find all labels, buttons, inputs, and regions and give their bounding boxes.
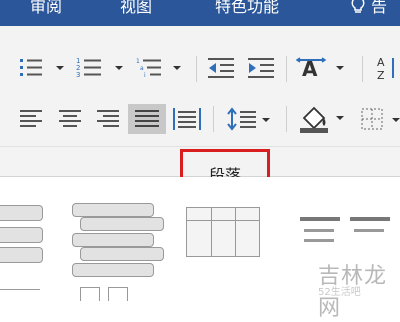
gallery-item[interactable]	[354, 229, 384, 232]
tab-view[interactable]: 视图	[120, 0, 152, 20]
gallery-item[interactable]	[72, 233, 154, 247]
chinese-layout-icon[interactable]: A	[296, 56, 350, 80]
svg-text:3: 3	[76, 71, 80, 79]
distributed-icon[interactable]	[172, 106, 202, 132]
gallery-item[interactable]	[0, 205, 43, 221]
tab-review[interactable]: 审阅	[30, 0, 62, 20]
multilevel-list-icon[interactable]: 1ai	[135, 56, 185, 80]
tab-tell-me[interactable]: 告	[371, 0, 387, 20]
separator	[286, 56, 287, 82]
gallery-item[interactable]	[72, 203, 154, 217]
borders-icon[interactable]	[360, 106, 400, 132]
increase-indent-icon[interactable]	[246, 56, 278, 80]
bullet-list-icon[interactable]	[18, 56, 66, 80]
decrease-indent-icon[interactable]	[206, 56, 238, 80]
gallery-item[interactable]	[304, 229, 334, 232]
svg-text:A: A	[377, 56, 385, 69]
justify-icon[interactable]	[128, 104, 166, 134]
separator	[213, 106, 214, 132]
tab-special-features[interactable]: 特色功能	[215, 0, 279, 20]
separator	[362, 56, 363, 82]
gallery-item[interactable]	[72, 263, 154, 277]
gallery-item[interactable]	[0, 289, 40, 301]
svg-text:a: a	[140, 65, 144, 72]
gallery-item[interactable]	[186, 207, 260, 257]
gallery-item[interactable]	[0, 227, 43, 243]
align-right-icon[interactable]	[95, 106, 121, 130]
gallery-item[interactable]	[80, 287, 100, 301]
align-center-icon[interactable]	[57, 106, 83, 130]
watermark-subtext: 52生活吧	[318, 287, 361, 298]
gallery-item[interactable]	[80, 217, 164, 231]
line-spacing-icon[interactable]	[226, 106, 274, 132]
separator	[196, 56, 197, 82]
align-left-icon[interactable]	[18, 106, 44, 130]
svg-text:1: 1	[136, 58, 140, 65]
gallery-item[interactable]	[80, 247, 164, 261]
group-divider	[0, 146, 400, 147]
gallery-item[interactable]	[350, 217, 390, 221]
svg-text:i: i	[144, 72, 146, 79]
numbered-list-icon[interactable]: 123	[75, 56, 127, 80]
gallery-item[interactable]	[108, 287, 128, 301]
shading-icon[interactable]	[298, 104, 350, 134]
svg-text:Z: Z	[377, 69, 385, 82]
gallery-item[interactable]	[0, 247, 43, 263]
sort-icon[interactable]: A Z	[375, 54, 400, 82]
gallery-item[interactable]	[300, 217, 340, 221]
gallery-item[interactable]	[304, 239, 334, 242]
ribbon-tab-bar: 审阅 视图 特色功能 告	[0, 0, 400, 26]
separator	[286, 106, 287, 132]
lightbulb-icon[interactable]	[350, 0, 366, 22]
